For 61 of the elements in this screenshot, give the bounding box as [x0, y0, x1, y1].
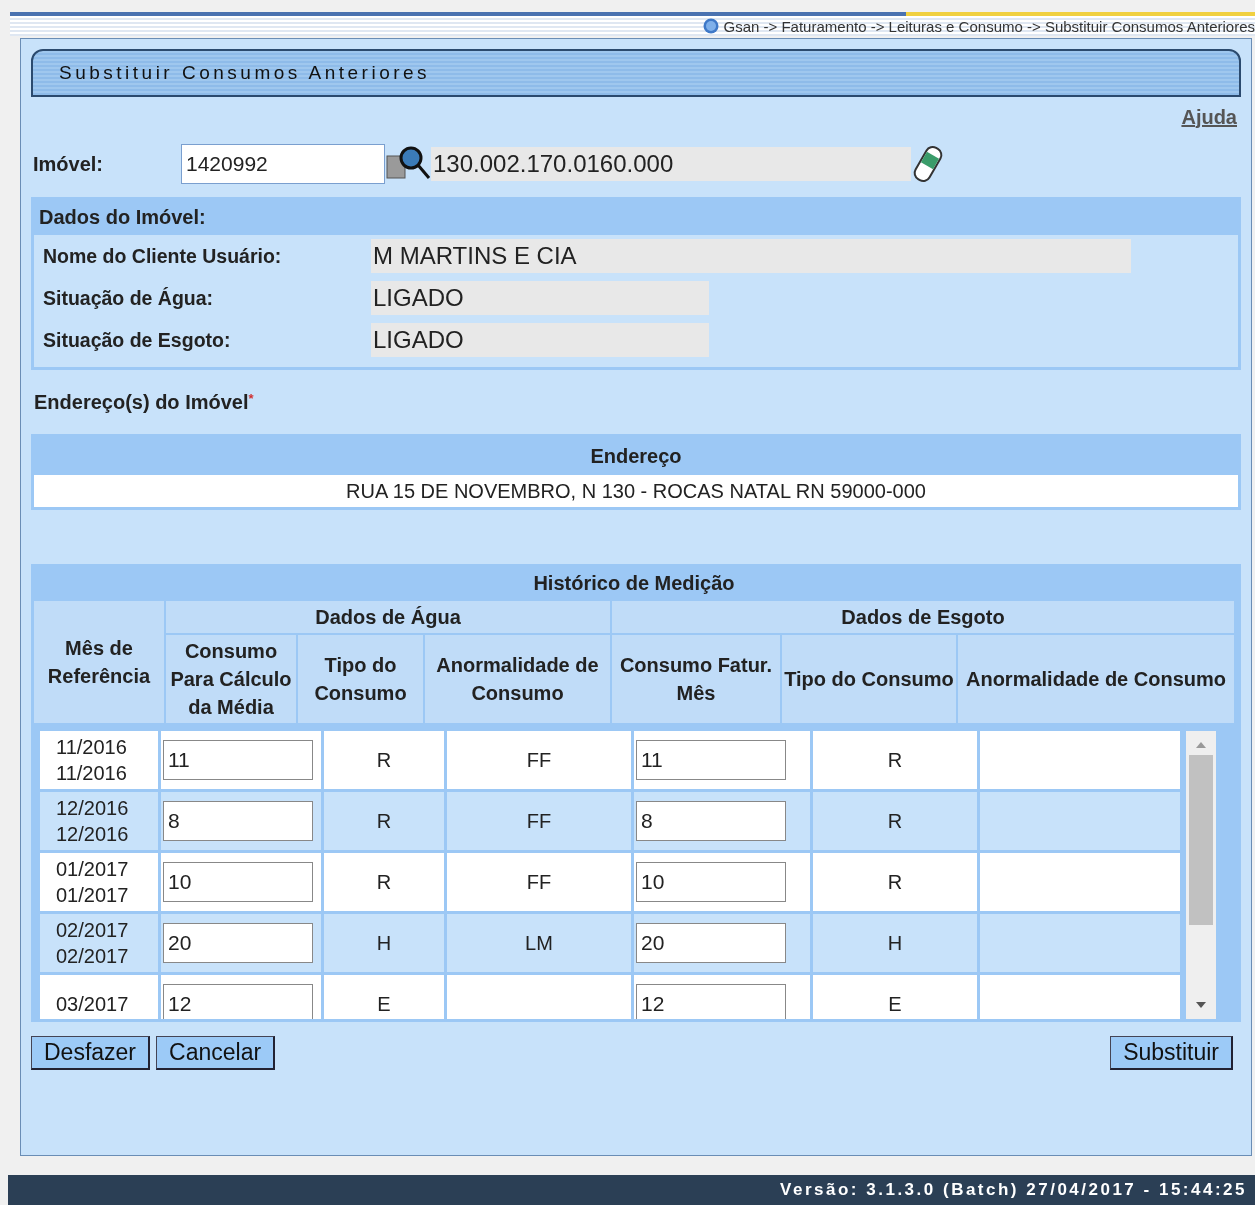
- scrollbar[interactable]: [1186, 731, 1216, 1019]
- section-label: Endereço(s) do Imóvel*: [34, 390, 254, 414]
- readonly-field: M MARTINS E CIA: [371, 239, 1131, 273]
- table-cell: H: [813, 914, 977, 972]
- table-cell: 11/2016 11/2016: [40, 731, 158, 789]
- substituir-button[interactable]: Substituir: [1110, 1036, 1233, 1070]
- input-field[interactable]: 8: [636, 801, 786, 841]
- input-field[interactable]: 1420992: [181, 144, 385, 184]
- input-field[interactable]: 12: [636, 984, 786, 1019]
- section-header: Dados do Imóvel:: [34, 200, 1238, 235]
- table-cell: 01/2017 01/2017: [40, 853, 158, 911]
- table-cell: 02/2017 02/2017: [40, 914, 158, 972]
- readonly-field: 130.002.170.0160.000: [431, 147, 911, 181]
- table-cell: 03/2017: [40, 975, 158, 1019]
- readonly-field: LIGADO: [371, 323, 709, 357]
- column-header: Consumo Para Cálculo da Média: [166, 635, 296, 723]
- table-cell: RUA 15 DE NOVEMBRO, N 130 - ROCAS NATAL RN 59000-000: [34, 475, 1238, 507]
- input-field[interactable]: 11: [636, 740, 786, 780]
- column-header: Endereço: [589, 444, 683, 469]
- column-header: Consumo Fatur. Mês: [612, 635, 780, 723]
- input-field[interactable]: 20: [636, 923, 786, 963]
- page-title: Substituir Consumos Anteriores: [59, 62, 431, 84]
- column-header: Anormalidade de Consumo: [958, 635, 1234, 723]
- column-header: Anormalidade de Consumo: [425, 635, 610, 723]
- table-cell: FF: [447, 853, 631, 911]
- input-field[interactable]: 20: [163, 923, 313, 963]
- table-cell: E: [813, 975, 977, 1019]
- field-label: Nome do Cliente Usuário:: [43, 244, 283, 268]
- column-header: Mês de Referência: [34, 601, 164, 723]
- table-cell: H: [324, 914, 444, 972]
- scroll-down-icon[interactable]: [1195, 1001, 1207, 1009]
- table-cell: R: [813, 731, 977, 789]
- column-group-header: Dados de Esgoto: [612, 601, 1234, 633]
- version-text: Versão: 3.1.3.0 (Batch) 27/04/2017 - 15:44:25: [780, 1180, 1247, 1200]
- input-field[interactable]: 10: [636, 862, 786, 902]
- help-icon[interactable]: [702, 18, 719, 34]
- action-button[interactable]: Cancelar: [156, 1036, 276, 1070]
- table-cell: FF: [447, 731, 631, 789]
- field-label: Situação de Esgoto:: [43, 328, 232, 352]
- table-cell: R: [324, 792, 444, 850]
- table-cell: R: [324, 853, 444, 911]
- table-cell: R: [813, 792, 977, 850]
- input-field[interactable]: 12: [163, 984, 313, 1019]
- column-header: Tipo do Consumo: [782, 635, 956, 723]
- action-button[interactable]: Desfazer: [31, 1036, 151, 1070]
- breadcrumb: Gsan -> Faturamento -> Leituras e Consumo -> Substituir Consumos Anteriores: [723, 17, 1255, 35]
- table-cell: R: [813, 853, 977, 911]
- table-cell: R: [324, 731, 444, 789]
- field-label: Situação de Água:: [43, 286, 215, 310]
- help-link[interactable]: Ajuda: [1181, 105, 1237, 129]
- column-header: Tipo do Consumo: [298, 635, 423, 723]
- table-cell: FF: [447, 792, 631, 850]
- column-group-header: Dados de Água: [166, 601, 610, 633]
- input-field[interactable]: 10: [163, 862, 313, 902]
- table-cell: E: [324, 975, 444, 1019]
- input-field[interactable]: 11: [163, 740, 313, 780]
- input-field[interactable]: 8: [163, 801, 313, 841]
- readonly-field: LIGADO: [371, 281, 709, 315]
- field-label: Imóvel:: [33, 152, 105, 176]
- table-cell: 12/2016 12/2016: [40, 792, 158, 850]
- table-cell: LM: [447, 914, 631, 972]
